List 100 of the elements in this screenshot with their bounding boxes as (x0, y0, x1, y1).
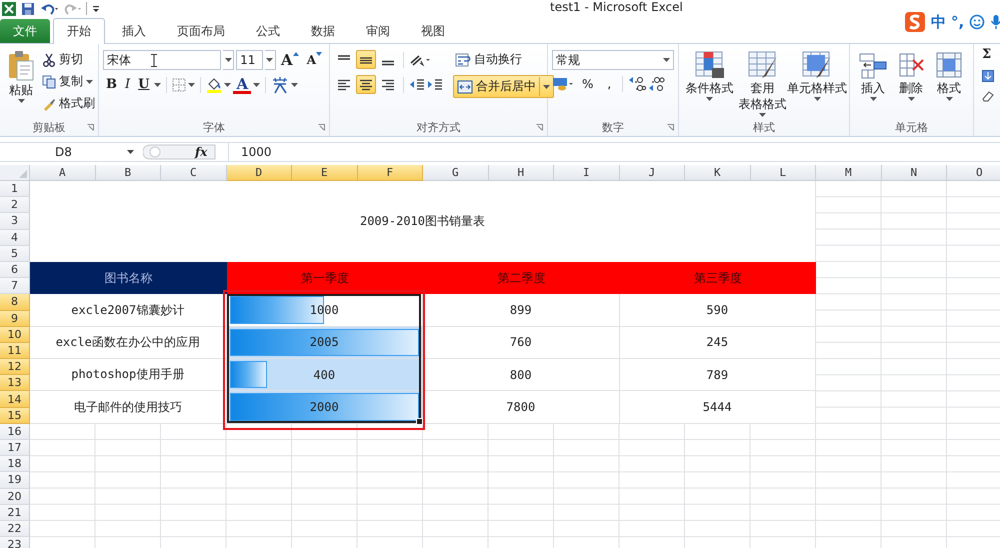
row-header[interactable]: 22 (0, 520, 30, 538)
row-header[interactable]: 19 (0, 472, 30, 489)
font-color-button[interactable]: A (233, 76, 252, 94)
row-header[interactable]: 20 (0, 488, 30, 505)
style-button[interactable]: 条件格式 (683, 50, 736, 119)
clipboard-button[interactable]: 格式刷 (40, 94, 97, 113)
dialog-launcher-icon[interactable] (667, 124, 674, 131)
italic-button[interactable]: I (122, 77, 134, 93)
row-header[interactable]: 7 (0, 278, 30, 294)
ribbon-tab[interactable]: 开始 (53, 18, 105, 44)
column-header[interactable]: C (161, 165, 226, 181)
dialog-launcher-icon[interactable] (87, 124, 94, 131)
row-header[interactable]: 1 (0, 181, 30, 198)
column-header[interactable]: I (554, 165, 620, 181)
fill-down-icon[interactable] (982, 70, 994, 82)
number-format-field[interactable]: 常规 (552, 50, 674, 70)
column-header[interactable]: F (358, 165, 423, 181)
row-header[interactable]: 2 (0, 197, 30, 214)
column-header[interactable]: O (947, 165, 1000, 181)
punctuation-mode[interactable]: °, (951, 13, 964, 31)
comma-button[interactable]: , (601, 76, 618, 92)
row-header[interactable]: 14 (0, 391, 30, 408)
row-header[interactable]: 18 (0, 456, 30, 472)
customize-icon[interactable] (92, 4, 100, 14)
row-header[interactable]: 21 (0, 504, 30, 521)
column-header[interactable]: A (30, 165, 96, 181)
row-header[interactable]: 10 (0, 326, 30, 343)
cells-button[interactable]: 插入 (854, 50, 892, 119)
increase-indent-icon[interactable] (427, 78, 443, 92)
row-header[interactable]: 4 (0, 230, 30, 246)
splitter-handle-icon[interactable] (143, 144, 217, 160)
row-header[interactable]: 11 (0, 342, 30, 360)
style-button[interactable]: 套用 表格格式 (736, 50, 789, 119)
font-size-field[interactable]: 11 (236, 50, 263, 70)
phonetic-guide-icon[interactable] (271, 76, 290, 94)
column-header[interactable]: H (488, 165, 554, 181)
caret-icon[interactable] (291, 83, 298, 87)
clipboard-button[interactable]: 剪切 (40, 50, 97, 69)
grow-font-button[interactable]: A (278, 52, 302, 68)
row-header[interactable]: 8 (0, 294, 30, 310)
merge-center-button[interactable]: 合并后居中 (453, 75, 554, 98)
microphone-icon[interactable] (990, 14, 1000, 30)
column-header[interactable]: M (816, 165, 882, 181)
dropdown-button[interactable] (222, 50, 234, 70)
row-header[interactable]: 12 (0, 359, 30, 376)
ribbon-tab[interactable]: 页面布局 (163, 19, 239, 43)
shrink-font-button[interactable]: A (304, 52, 325, 68)
decrease-decimal-icon[interactable] (648, 76, 666, 92)
percent-button[interactable]: % (576, 76, 600, 92)
caret-icon[interactable] (154, 83, 162, 87)
row-header[interactable]: 16 (0, 424, 30, 440)
insert-function-button[interactable]: fx (195, 145, 225, 159)
ribbon-tab[interactable]: 视图 (407, 19, 459, 43)
style-button[interactable]: 单元格样式 (789, 50, 845, 119)
column-header[interactable]: K (685, 165, 750, 181)
row-header[interactable]: 17 (0, 440, 30, 456)
eraser-icon[interactable] (982, 90, 994, 102)
formula-field[interactable]: 1000 (228, 143, 1000, 161)
fill-color-icon[interactable] (206, 77, 222, 93)
dialog-launcher-icon[interactable] (536, 124, 543, 131)
row-header[interactable]: 23 (0, 537, 30, 548)
center-button[interactable] (356, 75, 376, 94)
row-header[interactable]: 9 (0, 310, 30, 327)
ribbon-tab[interactable]: 插入 (108, 19, 160, 43)
paste-button[interactable]: 粘贴 (4, 50, 38, 119)
caret-icon[interactable] (188, 83, 196, 87)
row-header[interactable]: 15 (0, 408, 30, 424)
input-mode[interactable]: 中 (931, 12, 946, 32)
ribbon-tab[interactable]: 公式 (242, 19, 294, 43)
column-header[interactable]: J (620, 165, 685, 181)
cells-button[interactable]: 删除 (892, 50, 930, 119)
name-box[interactable]: D8 (0, 143, 140, 161)
row-header[interactable]: 5 (0, 246, 30, 262)
autosum-button[interactable]: Σ (982, 48, 992, 62)
undo-icon[interactable] (40, 2, 58, 16)
file-tab[interactable]: 文件 (0, 19, 50, 43)
caret-icon[interactable] (224, 83, 232, 87)
ribbon-tab[interactable]: 审阅 (352, 19, 404, 43)
caret-icon[interactable] (253, 83, 260, 87)
column-header[interactable]: N (882, 165, 947, 181)
dropdown-button[interactable] (264, 50, 276, 70)
column-header[interactable]: D (226, 165, 292, 181)
column-header[interactable]: G (423, 165, 488, 181)
smiley-icon[interactable] (969, 14, 986, 30)
increase-decimal-icon[interactable] (628, 76, 646, 92)
save-icon[interactable] (21, 2, 35, 16)
column-header[interactable]: B (96, 165, 161, 181)
currency-icon[interactable] (552, 76, 574, 92)
row-header[interactable]: 3 (0, 213, 30, 230)
font-name-field[interactable]: 宋体 (103, 50, 221, 70)
clipboard-button[interactable]: 复制 (40, 72, 97, 91)
bold-button[interactable]: B (103, 77, 120, 93)
row-header[interactable]: 13 (0, 375, 30, 392)
dialog-launcher-icon[interactable] (318, 124, 325, 131)
cells-button[interactable]: 格式 (930, 50, 968, 119)
orientation-icon[interactable] (409, 52, 431, 66)
ribbon-tab[interactable]: 数据 (297, 19, 349, 43)
decrease-indent-icon[interactable] (409, 78, 425, 92)
fill-handle[interactable] (416, 418, 423, 425)
column-header[interactable]: E (292, 165, 358, 181)
